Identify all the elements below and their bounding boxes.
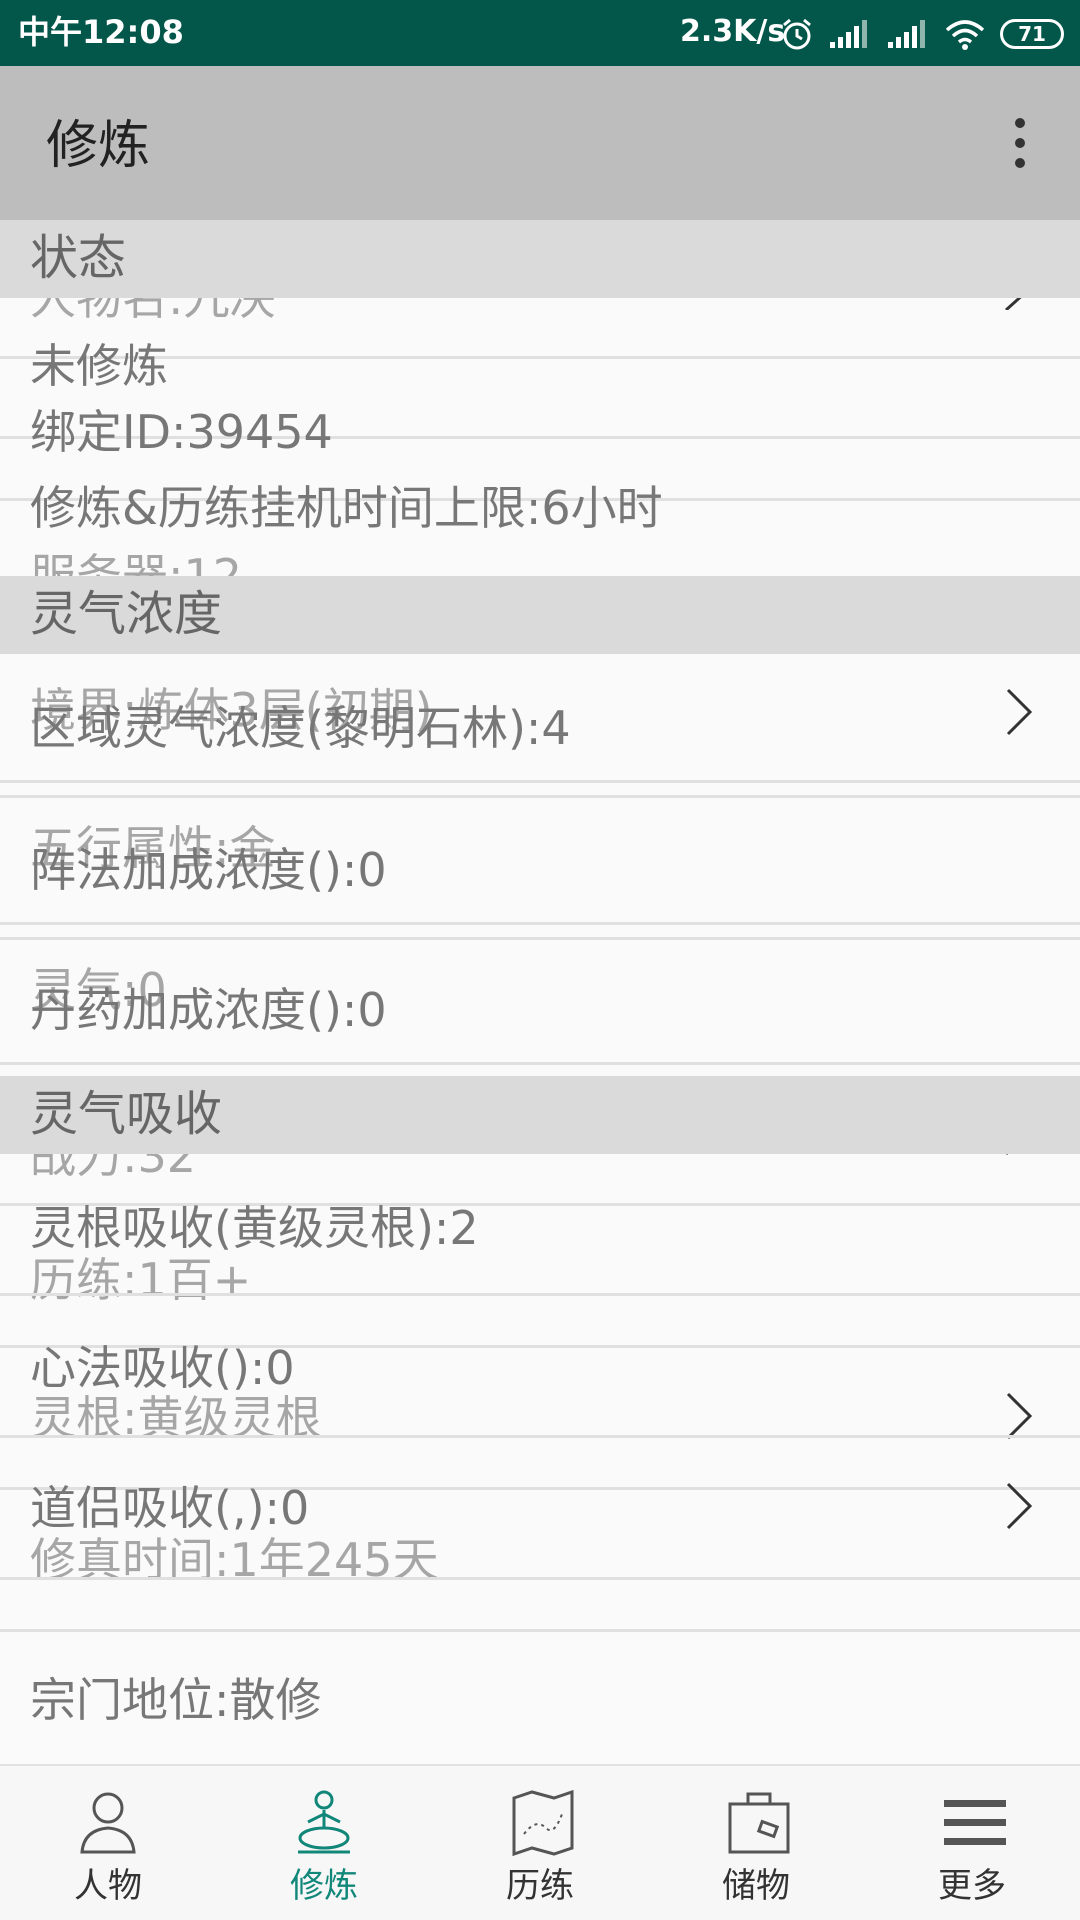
wifi-icon [945, 20, 985, 50]
menu-icon [944, 1800, 1006, 1845]
section-header-absorb: 灵气吸收 [0, 1076, 1080, 1154]
map-icon [512, 1789, 574, 1857]
training-behind: 历练:1百+ [30, 1253, 252, 1307]
nav-more[interactable]: 更多 [864, 1766, 1080, 1920]
status-icons: 71 [780, 14, 1064, 54]
status-bar: 中午12:08 2.3K/s 71 [0, 0, 1080, 66]
signal-icon [888, 20, 925, 48]
nav-cultivate[interactable]: 修炼 [216, 1766, 432, 1920]
region-concentration: 区域灵气浓度(黎明石林):4 [30, 701, 571, 755]
pill-concentration: 丹药加成浓度():0 [30, 983, 387, 1037]
bind-id: 绑定ID:39454 [30, 405, 333, 459]
more-vert-icon[interactable] [1000, 118, 1040, 168]
root-absorb: 灵根吸收(黄级灵根):2 [30, 1201, 479, 1255]
section-header-status: 状态 [0, 220, 1080, 298]
chevron-right-icon[interactable] [1000, 1476, 1036, 1536]
battery-icon: 71 [1000, 19, 1064, 49]
cultivation-state: 未修炼 [30, 339, 168, 393]
page-title: 修炼 [46, 116, 151, 176]
nav-storage[interactable]: 储物 [648, 1766, 864, 1920]
signal-icon [830, 20, 867, 48]
formation-concentration: 阵法加成浓度():0 [30, 843, 387, 897]
method-absorb: 心法吸收():0 [30, 1341, 295, 1395]
status-time: 中午12:08 [18, 13, 184, 51]
nav-person[interactable]: 人物 [0, 1766, 216, 1920]
app-toolbar: 修炼 [0, 66, 1080, 220]
partner-absorb: 道侣吸收(,):0 [30, 1481, 310, 1535]
chevron-right-icon[interactable] [1000, 682, 1036, 742]
sect-rank: 宗门地位:散修 [30, 1673, 322, 1727]
nav-training[interactable]: 历练 [432, 1766, 648, 1920]
bottom-navigation: 人物 修炼 历练 储物 更多 [0, 1764, 1080, 1920]
network-speed: 2.3K/s [680, 14, 786, 49]
meditation-icon [298, 1790, 350, 1854]
section-header-concentration: 灵气浓度 [0, 576, 1080, 654]
idle-time-limit: 修炼&历练挂机时间上限:6小时 [30, 481, 663, 535]
person-icon [80, 1792, 136, 1854]
alarm-icon [783, 18, 811, 50]
bag-icon [728, 1792, 790, 1854]
